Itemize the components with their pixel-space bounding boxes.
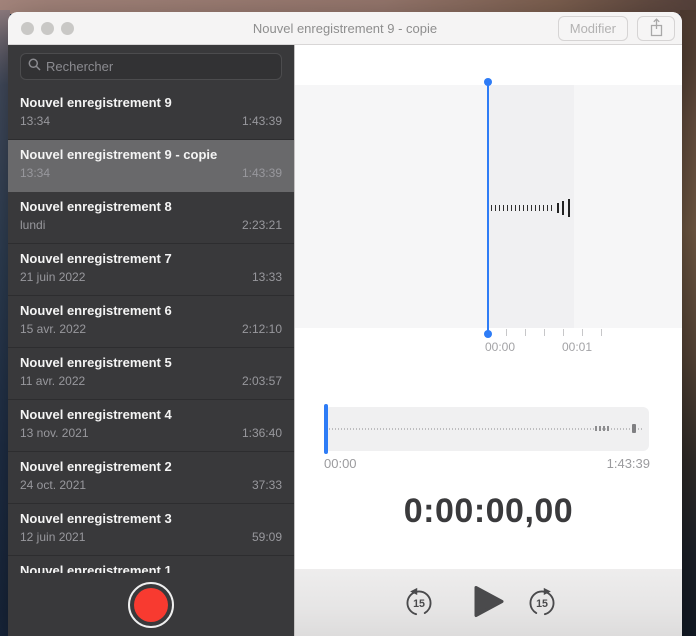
- recording-date: 12 juin 2021: [20, 530, 86, 544]
- recording-list-item[interactable]: Nouvel enregistrement 2 24 oct. 2021 37:…: [8, 452, 294, 504]
- waveform-peak: [568, 199, 570, 217]
- recording-date: 13 nov. 2021: [20, 426, 89, 440]
- recording-list-item[interactable]: Nouvel enregistrement 5 11 avr. 2022 2:0…: [8, 348, 294, 400]
- recording-list-item[interactable]: Nouvel enregistrement 7 21 juin 2022 13:…: [8, 244, 294, 296]
- record-footer: [8, 573, 294, 636]
- edit-button[interactable]: Modifier: [557, 16, 628, 41]
- recording-name: Nouvel enregistrement 9 - copie: [20, 147, 218, 162]
- recording-date: 13:34: [20, 114, 51, 128]
- play-button[interactable]: [474, 585, 504, 620]
- overview-end-label: 1:43:39: [606, 456, 650, 471]
- recording-name: Nouvel enregistrement 6: [20, 303, 172, 318]
- recording-list-item[interactable]: Nouvel enregistrement 6 15 avr. 2022 2:1…: [8, 296, 294, 348]
- recording-duration: 2:23:21: [241, 218, 282, 232]
- recording-duration: 13:33: [251, 270, 282, 284]
- playhead[interactable]: [484, 78, 492, 338]
- overview-waveform-peak: [632, 424, 636, 433]
- timeline-label-next: 00:01: [561, 340, 593, 354]
- recording-list-item[interactable]: Nouvel enregistrement 4 13 nov. 2021 1:3…: [8, 400, 294, 452]
- timeline-label-start: 00:00: [484, 340, 516, 354]
- record-icon: [134, 587, 168, 622]
- recording-list-item[interactable]: Nouvel enregistrement 3 12 juin 2021 59:…: [8, 504, 294, 556]
- record-button[interactable]: [128, 581, 174, 628]
- overview-start-label: 00:00: [324, 456, 357, 471]
- recording-duration: 1:43:39: [241, 114, 282, 128]
- recording-duration: 2:03:57: [241, 374, 282, 388]
- overview-waveform-cluster: [595, 426, 611, 431]
- recording-list-item[interactable]: Nouvel enregistrement 8 lundi 2:23:21: [8, 192, 294, 244]
- recording-date: 11 avr. 2022: [20, 374, 86, 388]
- timeline-ticks: [506, 329, 603, 336]
- recording-date: 13:34: [20, 166, 51, 180]
- skip-forward-15-button[interactable]: 15: [526, 587, 558, 619]
- waveform-detail: [491, 205, 555, 211]
- elapsed-time-display: 0:00:00,00: [403, 492, 574, 530]
- recording-name: Nouvel enregistrement 7: [20, 251, 172, 266]
- voice-memos-window: Nouvel enregistrement 9 - copie Modifier: [8, 12, 682, 636]
- overview-scrubber[interactable]: [324, 407, 649, 451]
- search-field[interactable]: [20, 53, 282, 80]
- titlebar: Nouvel enregistrement 9 - copie Modifier: [8, 12, 682, 45]
- recording-date: 24 oct. 2021: [20, 478, 87, 492]
- recording-name: Nouvel enregistrement 3: [20, 511, 172, 526]
- skip-forward-amount: 15: [536, 598, 548, 610]
- minimize-window-button[interactable]: [41, 22, 54, 35]
- player-panel: 00:00 00:01 00:00 1:43:39 0:00:00,00 15 …: [295, 45, 682, 636]
- recording-name: Nouvel enregistrement 4: [20, 407, 172, 422]
- recording-date: lundi: [20, 218, 46, 232]
- recording-list-item[interactable]: Nouvel enregistrement 9 13:34 1:43:39: [8, 88, 294, 140]
- search-icon: [28, 58, 41, 76]
- window-title: Nouvel enregistrement 9 - copie: [252, 20, 438, 36]
- skip-back-15-button[interactable]: 15: [403, 587, 435, 619]
- recording-duration: 37:33: [251, 478, 282, 492]
- recording-duration: 59:09: [251, 530, 282, 544]
- recording-date: 15 avr. 2022: [20, 322, 87, 336]
- recording-name: Nouvel enregistrement 8: [20, 199, 172, 214]
- recording-duration: 1:43:39: [241, 166, 282, 180]
- search-input[interactable]: [46, 59, 274, 74]
- desktop-wallpaper-right: [680, 10, 696, 636]
- recording-duration: 2:12:10: [241, 322, 282, 336]
- skip-back-amount: 15: [413, 598, 425, 610]
- close-window-button[interactable]: [21, 22, 34, 35]
- recording-name: Nouvel enregistrement 5: [20, 355, 172, 370]
- zoom-window-button[interactable]: [61, 22, 74, 35]
- overview-playhead[interactable]: [324, 404, 328, 454]
- play-icon: [474, 585, 504, 620]
- traffic-lights[interactable]: [21, 22, 74, 35]
- share-icon: [649, 17, 664, 40]
- recordings-sidebar: Nouvel enregistrement 9 13:34 1:43:39 No…: [8, 45, 295, 636]
- recording-duration: 1:36:40: [241, 426, 282, 440]
- recording-name: Nouvel enregistrement 2: [20, 459, 172, 474]
- waveform-peak: [562, 201, 564, 215]
- recording-date: 21 juin 2022: [20, 270, 86, 284]
- playback-toolbar: 15 15: [295, 569, 682, 636]
- waveform-peak: [557, 203, 559, 213]
- recordings-list: Nouvel enregistrement 9 13:34 1:43:39 No…: [8, 88, 294, 636]
- recording-list-item[interactable]: Nouvel enregistrement 9 - copie 13:34 1:…: [8, 140, 294, 192]
- recording-name: Nouvel enregistrement 9: [20, 95, 172, 110]
- share-button[interactable]: [637, 16, 675, 41]
